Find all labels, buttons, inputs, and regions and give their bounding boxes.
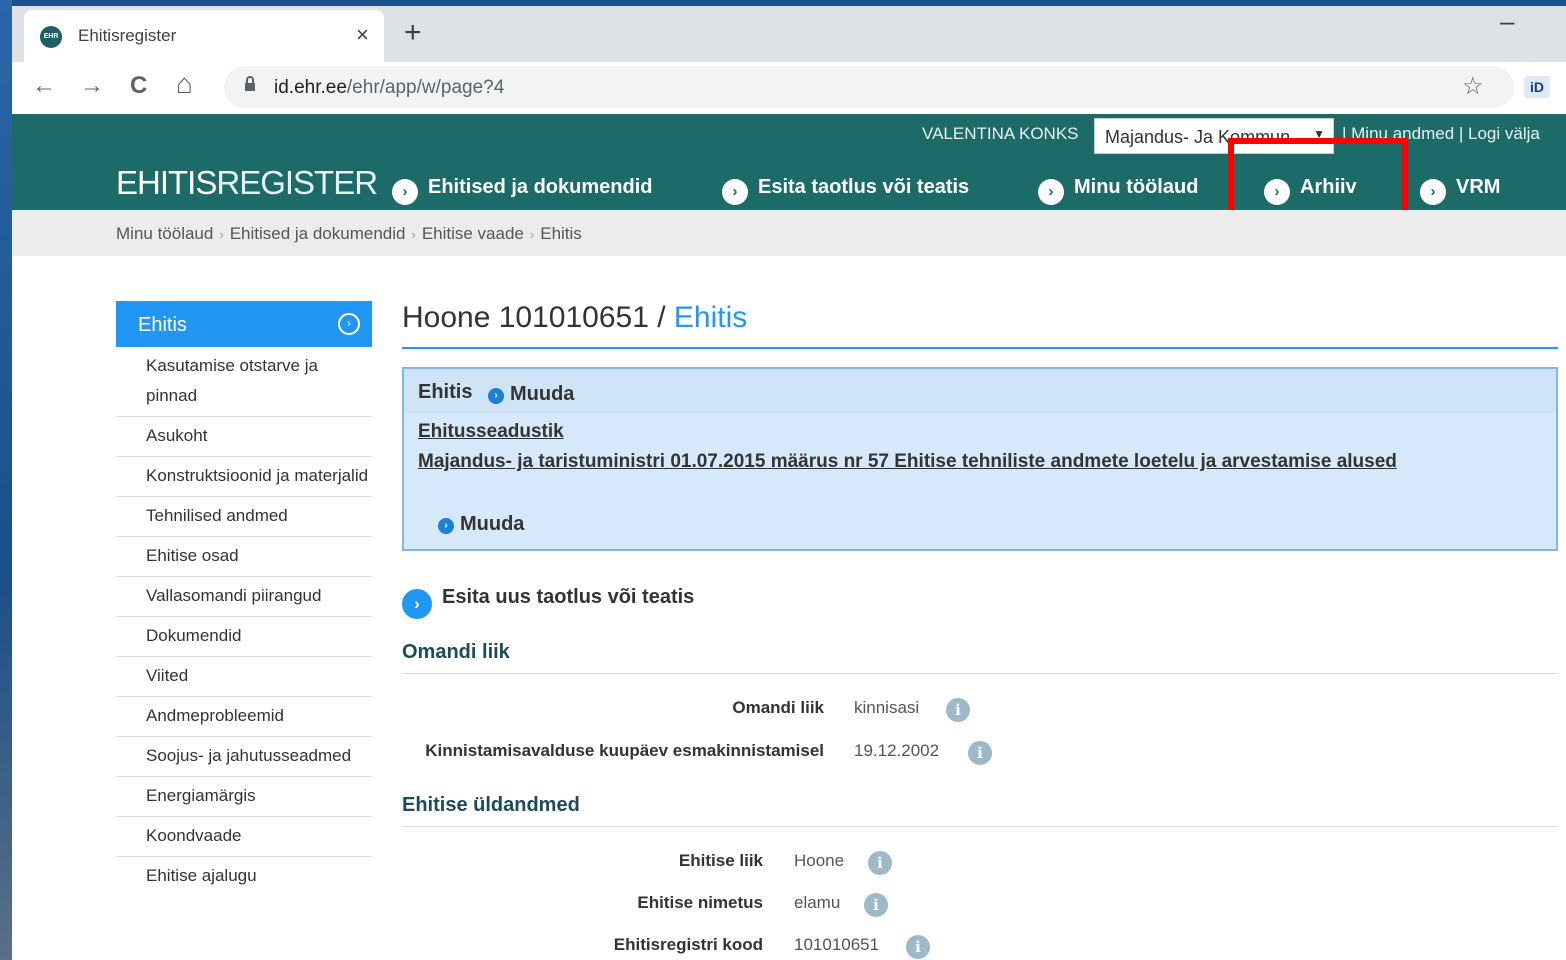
nav-label: Minu töölaud [1074,176,1199,198]
field-label-ehitise-nimetus: Ehitise nimetus [637,893,763,912]
url-host: id.ehr.ee [274,77,347,98]
sidebar-item-dokumendid[interactable]: Dokumendid [116,617,372,657]
edit-label: Muuda [510,383,575,405]
sidebar-item-tehnilised-andmed[interactable]: Tehnilised andmed [116,497,372,537]
info-box-title: Ehitis [418,381,473,403]
logo-thin: REGISTER [216,164,378,201]
sidebar-item-viited[interactable]: Viited [116,657,372,697]
nav-label: Ehitised ja dokumendid [428,176,653,198]
info-icon[interactable]: i [968,741,992,765]
info-icon[interactable]: i [946,698,970,722]
breadcrumb-separator-icon: › [529,227,535,242]
submit-application-button[interactable]: › Esita uus taotlus või teatis [402,586,694,619]
reload-icon[interactable]: C [130,72,147,100]
site-logo[interactable]: EHITISREGISTER [116,164,378,202]
logo-bold: EHITIS [116,164,217,201]
browser-tab[interactable]: EHR Ehitisregister × [24,10,384,62]
page-title-prefix: Hoone 101010651 / [402,301,674,334]
sidebar-item-ehitise-ajalugu[interactable]: Ehitise ajalugu [116,857,372,896]
breadcrumb-bar: Minu töölaud › Ehitised ja dokumendid › Ehit… [12,210,1566,256]
close-tab-icon[interactable]: × [356,22,369,48]
sidebar-head[interactable]: Ehitis › [116,301,372,347]
link-ehitusseadustik[interactable]: Ehitusseadustik [418,421,564,443]
chevron-right-icon: › [338,313,360,335]
sidebar-item-koondvaade[interactable]: Koondvaade [116,817,372,857]
bookmark-star-icon[interactable]: ☆ [1462,72,1484,101]
field-value-kinnistamine: 19.12.2002 [854,741,940,760]
info-icon[interactable]: i [906,935,930,959]
sidebar-item-konstruktsioonid[interactable]: Konstruktsioonid ja materjalid [116,457,372,497]
chevron-right-icon: › [438,518,454,534]
tab-strip: EHR Ehitisregister × + – [12,6,1566,62]
sidebar-head-label: Ehitis [138,314,187,336]
user-name: VALENTINA KONKS [922,124,1079,143]
minimize-icon[interactable]: – [1500,6,1514,37]
page-title: Hoone 101010651 / Ehitis [402,301,1558,349]
field-value-omandi-liik: kinnisasi [854,698,920,717]
field-label-ehitise-liik: Ehitise liik [678,851,763,870]
section-omandi-liik: Omandi liik [402,641,1558,674]
url-text: id.ehr.ee/ehr/app/w/page?4 [274,77,504,99]
chevron-right-icon: › [722,179,748,205]
nav-vrm[interactable]: › VRM [1420,176,1500,205]
main-content: Hoone 101010651 / Ehitis Ehitis › Muuda E… [402,301,1558,959]
sidebar-item-kasutamise-otstarve[interactable]: Kasutamise otstarve ja pinnad [116,347,372,417]
sidebar-item-asukoht[interactable]: Asukoht [116,417,372,457]
nav-label: VRM [1456,176,1501,198]
sidebar: Ehitis › Kasutamise otstarve ja pinnad A… [116,301,372,896]
info-icon[interactable]: i [864,893,888,917]
edit-label: Muuda [460,513,525,535]
chevron-right-icon: › [1420,179,1446,205]
info-icon[interactable]: i [868,851,892,875]
breadcrumb-separator-icon: › [219,227,224,242]
breadcrumb-current: Ehitis [540,224,582,243]
breadcrumb-item[interactable]: Minu töölaud [116,224,213,243]
page-title-accent: Ehitis [673,301,748,334]
tab-title: Ehitisregister [78,26,177,45]
forward-icon[interactable]: → [80,72,104,100]
breadcrumb-item[interactable]: Ehitise vaade [422,224,524,243]
field-value-ehitise-liik: Hoone [794,851,845,870]
url-path: /ehr/app/w/page?4 [346,77,505,98]
info-box: Ehitis › Muuda Ehitusseadustik Majandus- … [402,367,1558,551]
section-ehitise-uldandmed: Ehitise üldandmed [402,794,1558,827]
home-icon[interactable]: ⌂ [176,68,193,100]
sidebar-item-ehitise-osad[interactable]: Ehitise osad [116,537,372,577]
field-value-ehitise-nimetus: elamu [794,893,841,912]
nav-ehitised-ja-dokumendid[interactable]: › Ehitised ja dokumendid [392,176,652,205]
sidebar-item-soojus-ja-jahutusseadmed[interactable]: Soojus- ja jahutusseadmed [116,737,372,777]
chevron-right-icon: › [488,388,504,404]
nav-minu-toolaud[interactable]: › Minu töölaud [1038,176,1198,205]
lock-icon [244,76,256,97]
edit-link[interactable]: › Muuda [488,383,574,406]
field-label-ehitisregistri-kood: Ehitisregistri kood [613,935,763,954]
field-label-kinnistamine: Kinnistamisavalduse kuupäev esmakinnista… [425,741,824,760]
favicon-icon: EHR [40,26,62,48]
field-value-ehitisregistri-kood: 101010651 [794,935,880,954]
nav-esita-taotlus[interactable]: › Esita taotlus või teatis [722,176,969,205]
breadcrumb-separator-icon: › [411,227,416,242]
browser-toolbar: ← → C ⌂ id.ehr.ee/ehr/app/w/page?4 ☆ iD [12,62,1566,114]
chevron-right-icon: › [392,179,418,205]
field-label-omandi-liik: Omandi liik [732,698,824,717]
desktop-background [0,0,12,960]
chevron-right-icon: › [1038,179,1064,205]
nav-label: Esita taotlus või teatis [758,176,970,198]
back-icon[interactable]: ← [32,72,56,100]
link-maarus[interactable]: Majandus- ja taristuministri 01.07.2015 … [418,451,1397,473]
info-box-head [404,369,1556,413]
id-extension-icon[interactable]: iD [1524,76,1550,98]
chevron-right-icon: › [402,589,432,619]
cta-label: Esita uus taotlus või teatis [442,586,695,608]
address-bar[interactable]: id.ehr.ee/ehr/app/w/page?4 ☆ [224,66,1514,108]
edit-link-2[interactable]: › Muuda [438,513,524,536]
breadcrumb: Minu töölaud › Ehitised ja dokumendid › Ehit… [116,224,582,244]
new-tab-icon[interactable]: + [404,16,422,50]
browser-window: EHR Ehitisregister × + – ← → C ⌂ id.ehr.… [12,6,1566,960]
breadcrumb-item[interactable]: Ehitised ja dokumendid [230,224,406,243]
sidebar-item-andmeprobleemid[interactable]: Andmeprobleemid [116,697,372,737]
sidebar-item-energiamargis[interactable]: Energiamärgis [116,777,372,817]
sidebar-item-vallasomandi-piirangud[interactable]: Vallasomandi piirangud [116,577,372,617]
